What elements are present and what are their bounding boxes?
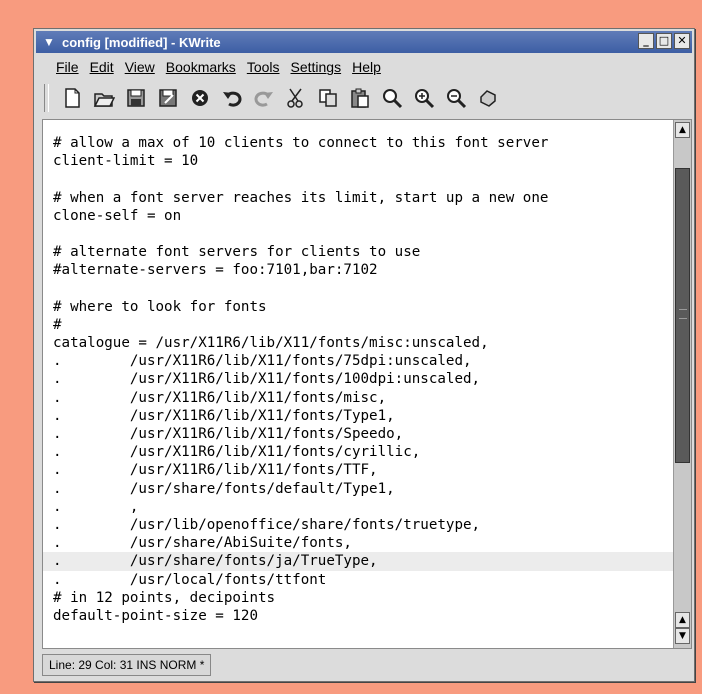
- editor-line[interactable]: . /usr/X11R6/lib/X11/fonts/misc,: [43, 389, 673, 407]
- text-editor[interactable]: # allow a max of 10 clients to connect t…: [42, 119, 692, 649]
- editor-line[interactable]: #alternate-servers = foo:7101,bar:7102: [43, 261, 673, 279]
- editor-line[interactable]: . /usr/share/fonts/default/Type1,: [43, 480, 673, 498]
- undo-icon[interactable]: [219, 85, 245, 111]
- menu-file[interactable]: File: [56, 59, 79, 75]
- menu-help[interactable]: Help: [352, 59, 381, 75]
- open-icon[interactable]: [91, 85, 117, 111]
- editor-line[interactable]: . /usr/X11R6/lib/X11/fonts/100dpi:unscal…: [43, 370, 673, 388]
- editor-line[interactable]: # when a font server reaches its limit, …: [43, 189, 673, 207]
- editor-line[interactable]: . /usr/lib/openoffice/share/fonts/truety…: [43, 516, 673, 534]
- window-title: config [modified] - KWrite: [62, 34, 221, 50]
- menu-tools[interactable]: Tools: [247, 59, 280, 75]
- menu-bookmarks[interactable]: Bookmarks: [166, 59, 236, 75]
- close-window-button[interactable]: ✕: [674, 33, 690, 49]
- editor-line[interactable]: . /usr/share/fonts/ja/TrueType,: [43, 552, 673, 571]
- editor-line[interactable]: . /usr/local/fonts/ttfont: [43, 571, 673, 589]
- cut-icon[interactable]: [283, 85, 309, 111]
- redo-icon[interactable]: [251, 85, 277, 111]
- toolbar: [36, 79, 692, 117]
- editor-line[interactable]: #: [43, 316, 673, 334]
- copy-icon[interactable]: [315, 85, 341, 111]
- kwrite-window: ▼ config [modified] - KWrite _ □ ✕ File …: [33, 28, 695, 682]
- editor-line[interactable]: . /usr/X11R6/lib/X11/fonts/Speedo,: [43, 425, 673, 443]
- close-icon[interactable]: [187, 85, 213, 111]
- title-bar[interactable]: ▼ config [modified] - KWrite _ □ ✕: [36, 31, 692, 53]
- vertical-scrollbar[interactable]: ▲ ▲ ▼: [673, 120, 691, 648]
- editor-text-area[interactable]: # allow a max of 10 clients to connect t…: [43, 134, 673, 625]
- editor-line[interactable]: . /usr/X11R6/lib/X11/fonts/TTF,: [43, 461, 673, 479]
- window-menu-icon[interactable]: ▼: [40, 35, 58, 49]
- editor-line[interactable]: [43, 280, 673, 298]
- editor-line[interactable]: [43, 170, 673, 188]
- zoom-in-icon[interactable]: [411, 85, 437, 111]
- print-icon[interactable]: [475, 85, 501, 111]
- editor-line[interactable]: client-limit = 10: [43, 152, 673, 170]
- status-text: Line: 29 Col: 31 INS NORM *: [42, 654, 212, 676]
- editor-line[interactable]: # alternate font servers for clients to …: [43, 243, 673, 261]
- new-document-icon[interactable]: [59, 85, 85, 111]
- editor-line[interactable]: . /usr/X11R6/lib/X11/fonts/75dpi:unscale…: [43, 352, 673, 370]
- editor-line[interactable]: [43, 225, 673, 243]
- editor-line[interactable]: # in 12 points, decipoints: [43, 589, 673, 607]
- editor-line[interactable]: . /usr/share/AbiSuite/fonts,: [43, 534, 673, 552]
- menu-view[interactable]: View: [125, 59, 155, 75]
- editor-line[interactable]: catalogue = /usr/X11R6/lib/X11/fonts/mis…: [43, 334, 673, 352]
- save-icon[interactable]: [123, 85, 149, 111]
- editor-line[interactable]: default-point-size = 120: [43, 607, 673, 625]
- editor-line[interactable]: . /usr/X11R6/lib/X11/fonts/cyrillic,: [43, 443, 673, 461]
- editor-line[interactable]: . ,: [43, 498, 673, 516]
- status-bar: Line: 29 Col: 31 INS NORM *: [42, 653, 692, 677]
- menu-edit[interactable]: Edit: [90, 59, 114, 75]
- menu-bar: File Edit View Bookmarks Tools Settings …: [36, 55, 692, 79]
- editor-line[interactable]: clone-self = on: [43, 207, 673, 225]
- minimize-button[interactable]: _: [638, 33, 654, 49]
- editor-line[interactable]: # where to look for fonts: [43, 298, 673, 316]
- zoom-out-icon[interactable]: [443, 85, 469, 111]
- menu-settings[interactable]: Settings: [291, 59, 342, 75]
- scroll-up-arrow-icon[interactable]: ▲: [675, 122, 690, 138]
- maximize-button[interactable]: □: [656, 33, 672, 49]
- scrollbar-thumb[interactable]: [675, 168, 690, 463]
- toolbar-grip[interactable]: [44, 84, 49, 112]
- paste-icon[interactable]: [347, 85, 373, 111]
- scroll-up-arrow-bottom-icon[interactable]: ▲: [675, 612, 690, 628]
- save-as-icon[interactable]: [155, 85, 181, 111]
- scroll-down-arrow-icon[interactable]: ▼: [675, 628, 690, 644]
- editor-line[interactable]: # allow a max of 10 clients to connect t…: [43, 134, 673, 152]
- editor-line[interactable]: . /usr/X11R6/lib/X11/fonts/Type1,: [43, 407, 673, 425]
- find-icon[interactable]: [379, 85, 405, 111]
